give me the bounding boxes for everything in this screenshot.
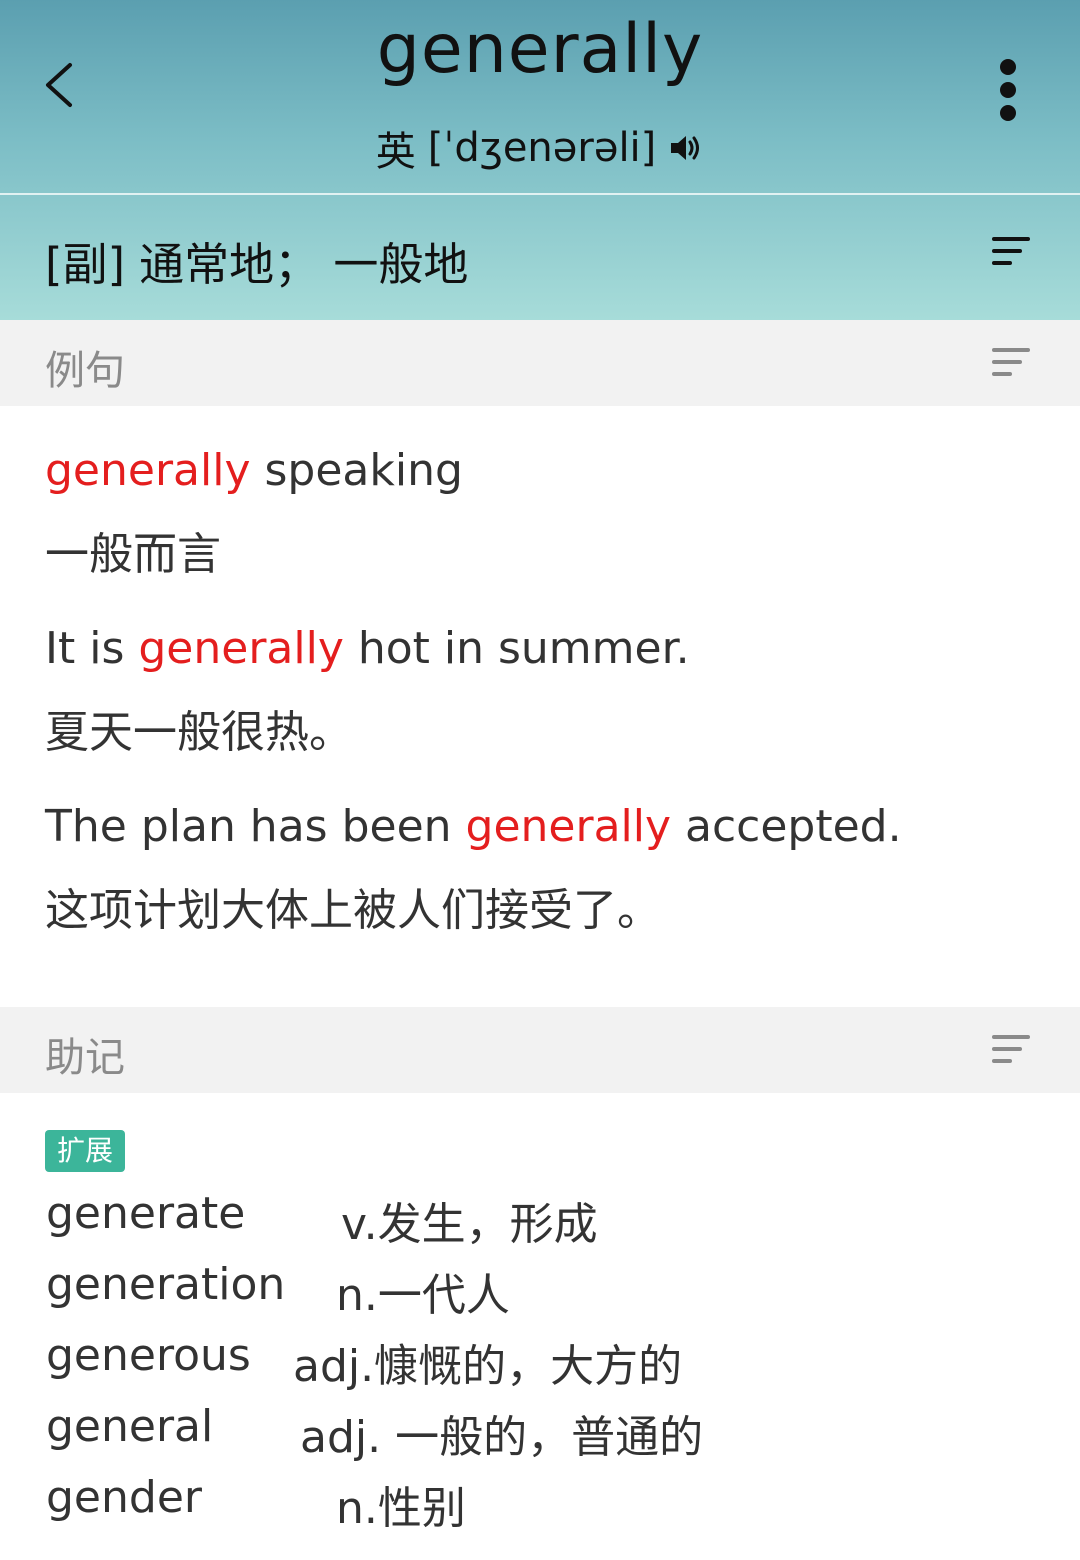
related-word: gender: [46, 1472, 202, 1523]
extension-tag: 扩展: [45, 1130, 126, 1172]
examples-title: 例句: [45, 348, 125, 394]
related-meaning: adj.慷慨的，大方的: [293, 1341, 683, 1392]
sort-lines-icon[interactable]: [990, 235, 1032, 269]
example-sentence: generally speaking 一般而言: [45, 445, 463, 582]
sort-lines-icon[interactable]: [990, 346, 1032, 380]
sort-lines-icon[interactable]: [990, 1033, 1032, 1067]
header-divider: [0, 193, 1080, 195]
phonetic-label: 英: [375, 129, 416, 175]
related-word: generation: [46, 1259, 286, 1310]
related-word: generous: [46, 1330, 251, 1381]
example-chinese: 一般而言: [45, 529, 221, 580]
example-chinese: 夏天一般很热。: [45, 707, 353, 758]
list-item: generation n.一代人: [46, 1259, 946, 1321]
mnemonic-title: 助记: [45, 1035, 125, 1081]
example-english: generally speaking: [45, 445, 463, 496]
list-item: gender n.性别: [46, 1472, 946, 1534]
example-sentence: The plan has been generally accepted. 这项…: [45, 801, 902, 938]
definition-line: [副] 通常地； 一般地: [45, 228, 468, 293]
highlighted-word: generally: [138, 623, 344, 674]
more-vertical-icon[interactable]: [985, 55, 1031, 125]
pronunciation: 英 [ˈdʒenərəli]: [0, 120, 1080, 176]
part-of-speech: [副]: [45, 238, 126, 291]
mnemonic-section-header[interactable]: 助记: [0, 1007, 1080, 1093]
related-word: general: [46, 1401, 214, 1452]
word-header: generally 英 [ˈdʒenərəli] [副] 通常地； 一般地: [0, 0, 1080, 320]
related-word: generate: [46, 1188, 246, 1239]
examples-section-header[interactable]: 例句: [0, 320, 1080, 406]
example-sentence: It is generally hot in summer. 夏天一般很热。: [45, 623, 690, 760]
example-english: It is generally hot in summer.: [45, 623, 690, 674]
phonetic-text: [ˈdʒenərəli]: [427, 125, 657, 171]
example-chinese: 这项计划大体上被人们接受了。: [45, 885, 661, 936]
list-item: generate v.发生，形成: [46, 1188, 946, 1250]
related-meaning: n.性别: [336, 1483, 466, 1534]
highlighted-word: generally: [45, 445, 251, 496]
definition-text: 通常地； 一般地: [139, 238, 469, 291]
list-item: general adj. 一般的，普通的: [46, 1401, 946, 1463]
related-meaning: n.一代人: [336, 1270, 510, 1321]
highlighted-word: generally: [465, 801, 672, 852]
list-item: generous adj.慷慨的，大方的: [46, 1330, 946, 1392]
related-meaning: adj. 一般的，普通的: [300, 1412, 704, 1463]
related-meaning: v.发生，形成: [341, 1199, 598, 1250]
speaker-icon[interactable]: [668, 130, 704, 166]
example-english: The plan has been generally accepted.: [45, 801, 902, 852]
headword: generally: [376, 10, 704, 89]
